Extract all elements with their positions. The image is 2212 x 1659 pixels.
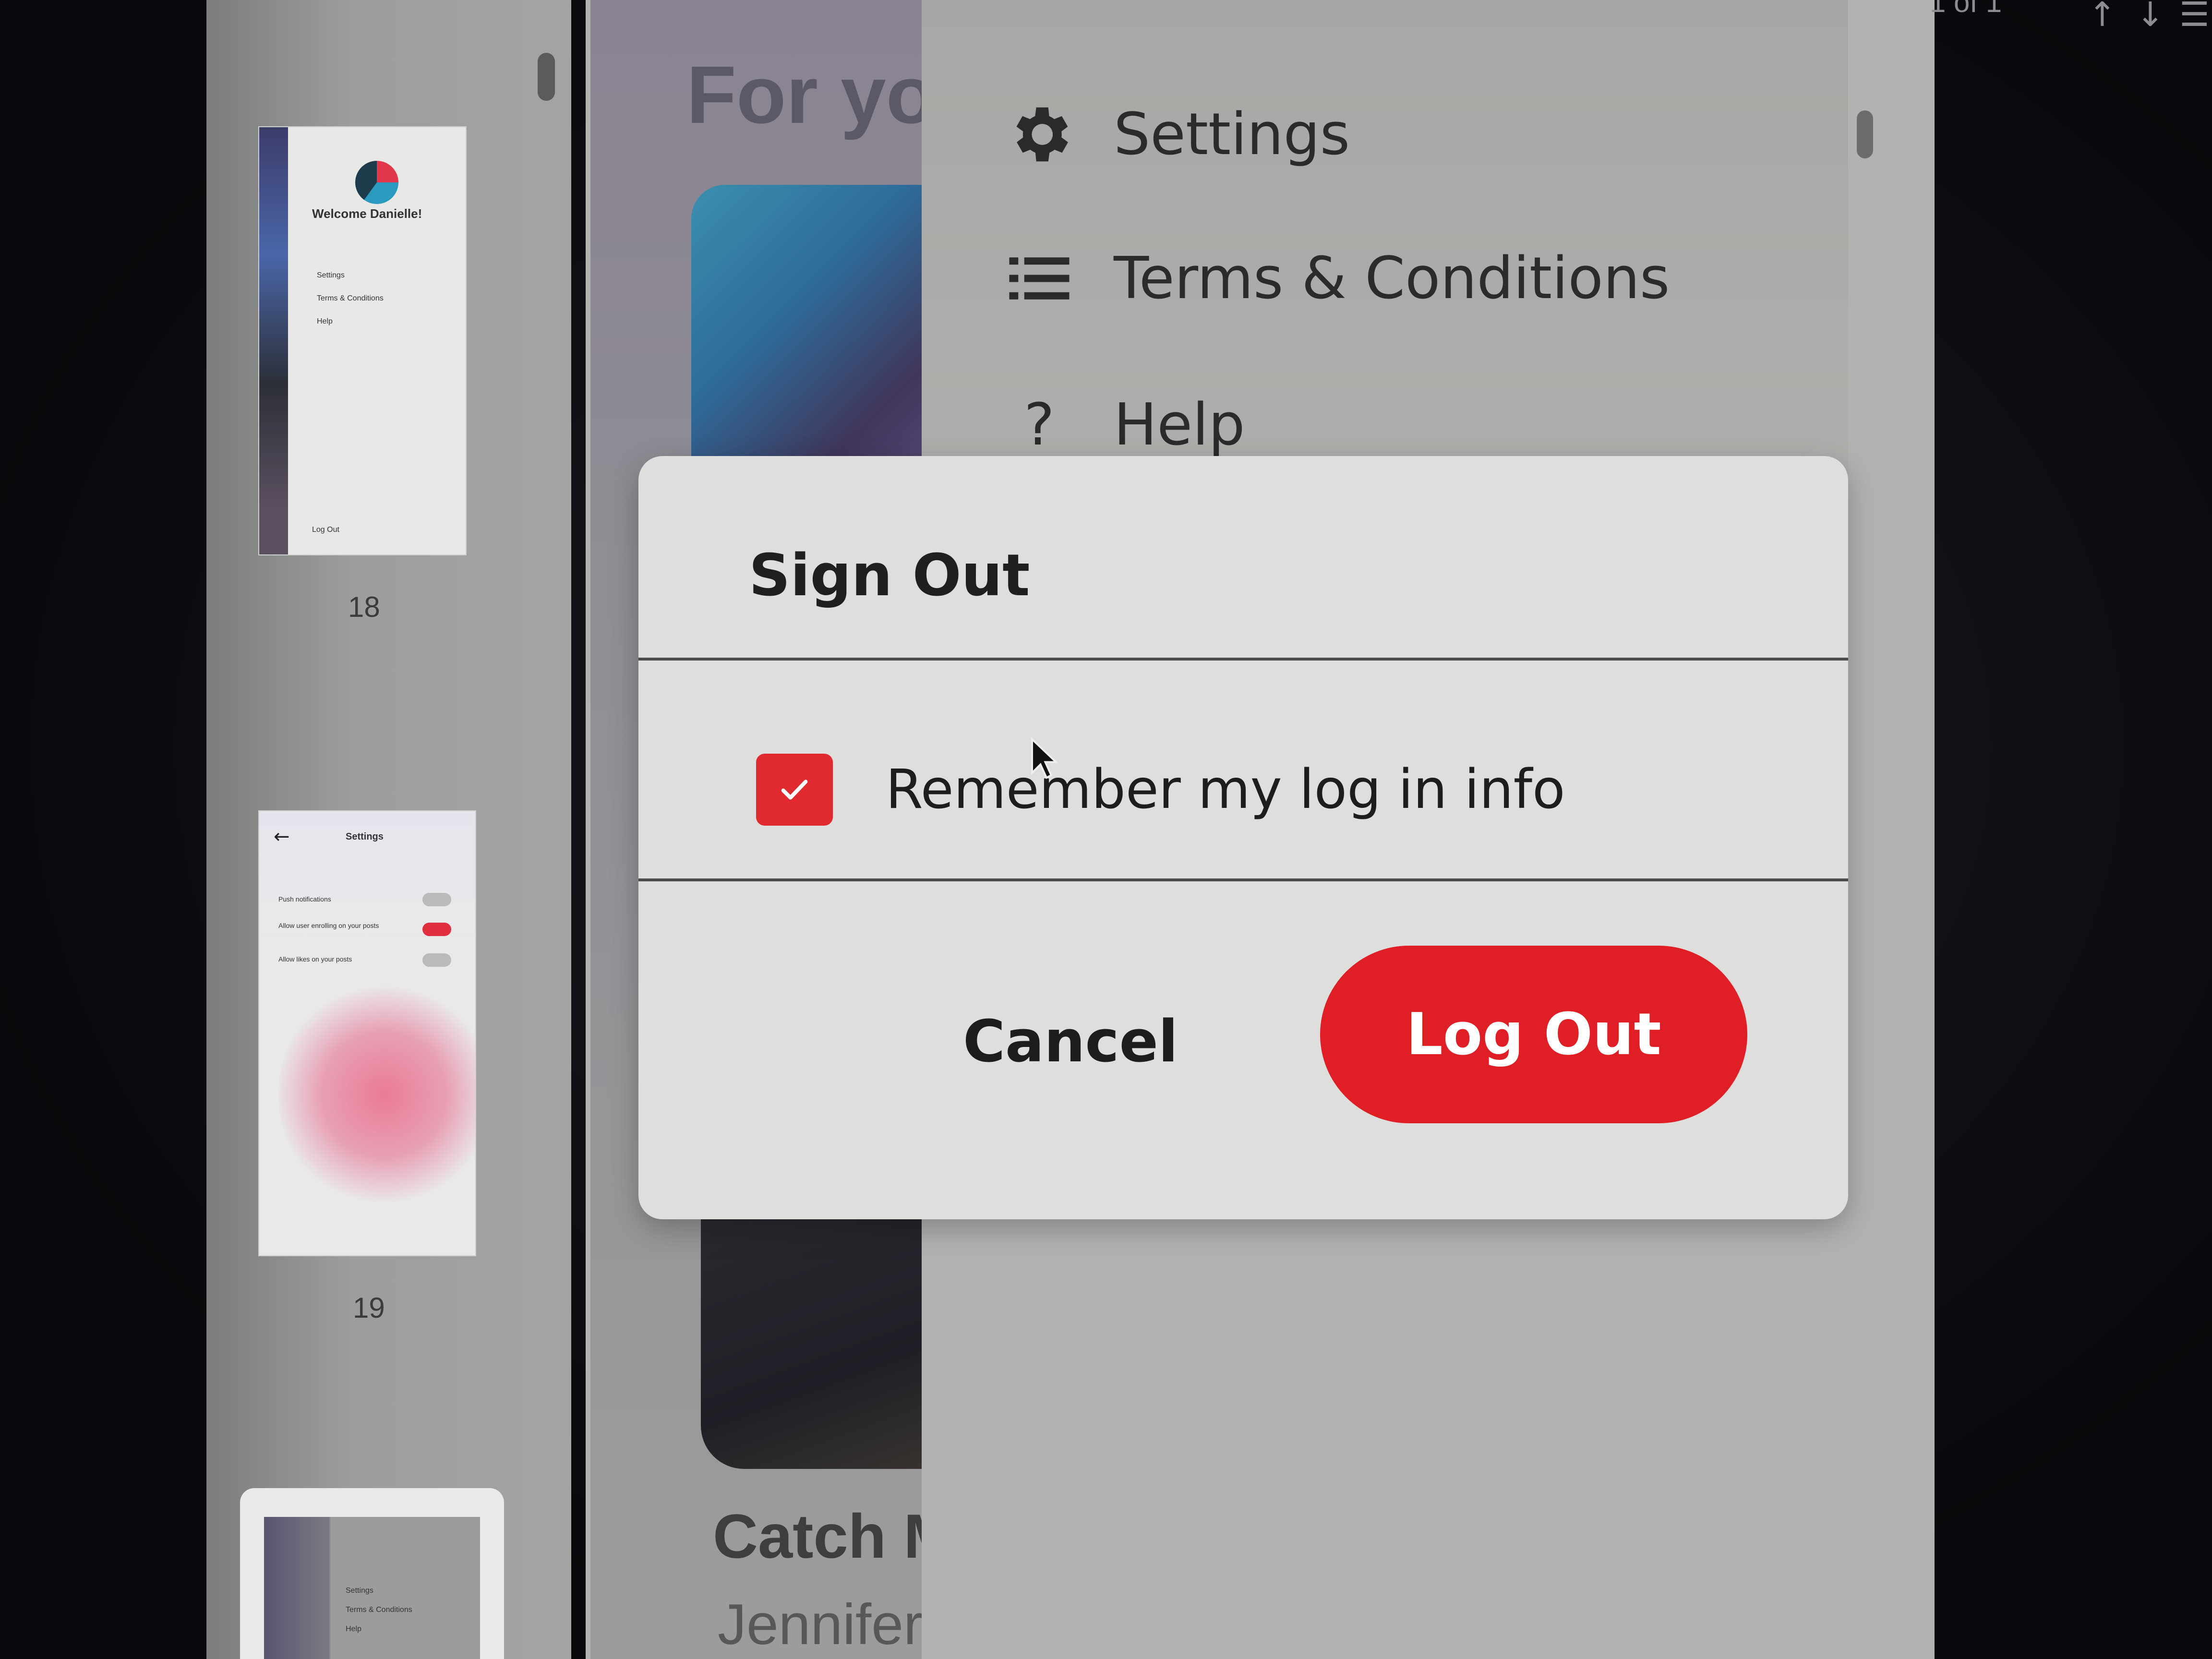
cancel-button[interactable]: Cancel: [926, 994, 1214, 1090]
remember-checkbox[interactable]: [756, 754, 833, 826]
thumbnail-panel: Welcome Danielle! Settings Terms & Condi…: [206, 0, 571, 1659]
log-out-button[interactable]: Log Out: [1320, 946, 1747, 1123]
mouse-cursor-icon: [1031, 737, 1058, 779]
sign-out-dialog: Sign Out Remember my log in info Cancel …: [638, 456, 1848, 1219]
drawer-item-help[interactable]: ? Help: [1003, 384, 1245, 466]
thumbnail-setting-2: Allow user enrolling on your posts: [278, 922, 379, 929]
thumbnail-setting-3: Allow likes on your posts: [278, 955, 352, 963]
card-artist: Jennifer: [718, 1592, 923, 1657]
thumbnail-item-settings: Settings: [317, 271, 345, 279]
thumbnail-toggle-2: [422, 923, 451, 936]
gear-icon: [1003, 98, 1075, 170]
list-icon: [1003, 242, 1075, 314]
thumbnail-page-number: 19: [353, 1292, 385, 1324]
thumbnail-page-19[interactable]: ← Settings Push notifications Allow user…: [259, 811, 475, 1255]
thumbnail-blob: [278, 979, 475, 1210]
thumbnail-toggle-1: [422, 893, 451, 906]
drawer-item-label: Help: [1114, 391, 1245, 458]
thumbnail-item-terms: Terms & Conditions: [317, 294, 384, 302]
card-title: Catch M: [713, 1501, 956, 1571]
arrow-up-icon[interactable]: ↑: [2088, 0, 2116, 31]
question-icon: ?: [1024, 391, 1055, 458]
drawer-item-terms[interactable]: Terms & Conditions: [1003, 238, 1670, 319]
thumbnail-footer: Log Out: [312, 526, 339, 534]
thumbnail-page-18[interactable]: Welcome Danielle! Settings Terms & Condi…: [259, 127, 466, 554]
drawer-item-settings[interactable]: Settings: [1003, 94, 1350, 175]
arrow-down-icon[interactable]: ↓: [2136, 0, 2164, 31]
divider: [638, 878, 1848, 881]
page-scrollbar[interactable]: [1857, 110, 1873, 158]
dialog-title: Sign Out: [749, 542, 1030, 609]
menu-icon[interactable]: ☰: [2179, 0, 2210, 31]
thumbnail-item-terms: Terms & Conditions: [346, 1606, 412, 1614]
thumbnail-scrollbar[interactable]: [538, 53, 555, 101]
page-counter: 1 of 1: [1930, 0, 2002, 18]
thumbnail-item-help: Help: [346, 1625, 361, 1633]
checkmark-icon: [781, 780, 808, 800]
drawer-item-label: Settings: [1114, 101, 1350, 168]
thumbnail-welcome-text: Welcome Danielle!: [312, 206, 422, 221]
thumbnail-toggle-3: [422, 953, 451, 967]
back-arrow-icon: ←: [274, 826, 290, 848]
feed-card-image[interactable]: [691, 185, 960, 468]
thumbnail-item-settings: Settings: [346, 1587, 373, 1595]
feed-heading: For yo: [686, 49, 936, 141]
thumbnail-setting-1: Push notifications: [278, 895, 331, 903]
thumbnail-page-20[interactable]: Settings Terms & Conditions Help: [240, 1488, 504, 1659]
drawer-item-label: Terms & Conditions: [1114, 245, 1670, 312]
divider: [638, 658, 1848, 661]
thumbnail-page-number: 18: [348, 591, 380, 623]
thumbnail-settings-title: Settings: [346, 831, 384, 842]
viewer-toolbar: 1 of 1 ↑ ↓ ☰: [1891, 0, 2212, 31]
remember-label[interactable]: Remember my log in info: [886, 754, 1565, 826]
thumbnail-item-help: Help: [317, 317, 333, 325]
screen: Welcome Danielle! Settings Terms & Condi…: [0, 0, 2212, 1659]
avatar: [355, 161, 398, 204]
